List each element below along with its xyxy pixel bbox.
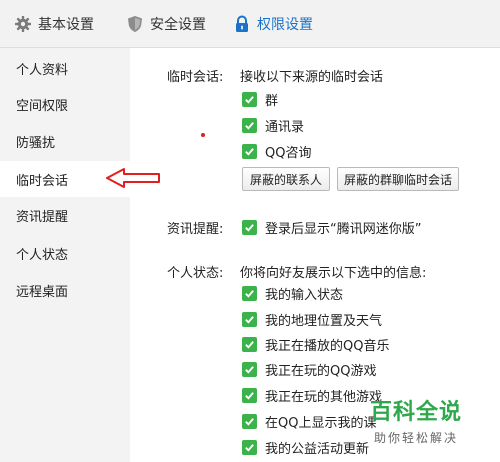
annotation-dot — [201, 133, 205, 137]
sidebar-item-label: 空间权限 — [16, 98, 69, 114]
checkbox-checked-icon[interactable] — [242, 361, 257, 377]
watermark-title: 百科全说 — [369, 400, 462, 425]
option-label: QQ咨询 — [265, 145, 312, 161]
sidebar-item-news-reminder[interactable]: 资讯提醒 — [0, 197, 130, 233]
sidebar-item-remote-desktop[interactable]: 远程桌面 — [0, 272, 130, 308]
sidebar-item-space-permission[interactable]: 空间权限 — [0, 86, 130, 122]
temp-chat-option-group[interactable]: 群 — [242, 90, 279, 109]
sidebar-item-label: 防骚扰 — [16, 135, 56, 151]
temp-chat-option-contacts[interactable]: 通讯录 — [242, 116, 305, 135]
checkbox-checked-icon[interactable] — [242, 143, 257, 159]
news-option-tencent-mini[interactable]: 登录后显示“腾讯网迷你版” — [242, 218, 422, 237]
tab-label: 基本设置 — [38, 17, 94, 33]
option-label: 群 — [265, 93, 279, 109]
tab-label: 权限设置 — [257, 17, 313, 33]
sidebar-item-label: 个人资料 — [16, 62, 69, 78]
tab-bar: 基本设置 安全设置 权限设置 — [0, 0, 500, 48]
sidebar-item-anti-harassment[interactable]: 防骚扰 — [0, 123, 130, 159]
checkbox-checked-icon[interactable] — [242, 439, 257, 455]
watermark-logo: 百科全说 助你轻松解决 — [346, 398, 486, 454]
option-label: 我正在播放的QQ音乐 — [265, 338, 390, 354]
option-label: 我正在玩的QQ游戏 — [265, 363, 377, 379]
checkbox-checked-icon[interactable] — [242, 311, 257, 327]
status-option-qq-music[interactable]: 我正在播放的QQ音乐 — [242, 335, 390, 354]
temp-chat-description: 接收以下来源的临时会话 — [240, 70, 384, 85]
sidebar: 个人资料 空间权限 防骚扰 临时会话 资讯提醒 个人状态 远程桌面 — [0, 48, 130, 462]
temp-chat-label: 临时会话: — [167, 70, 224, 85]
sidebar-item-label: 个人状态 — [16, 247, 69, 263]
blocked-contacts-button[interactable]: 屏蔽的联系人 — [242, 167, 330, 191]
temp-chat-option-qq-consult[interactable]: QQ咨询 — [242, 142, 312, 161]
sidebar-item-profile[interactable]: 个人资料 — [0, 50, 130, 86]
blocked-group-chat-button[interactable]: 屏蔽的群聊临时会话 — [337, 167, 459, 191]
checkbox-checked-icon[interactable] — [242, 219, 257, 235]
gear-icon — [14, 15, 32, 33]
checkbox-checked-icon[interactable] — [242, 387, 257, 403]
option-label: 我的地理位置及天气 — [265, 313, 383, 329]
annotation-arrow-icon — [106, 168, 160, 188]
status-option-typing[interactable]: 我的输入状态 — [242, 284, 344, 303]
watermark-subtitle: 助你轻松解决 — [373, 431, 458, 445]
tab-label: 安全设置 — [150, 17, 206, 33]
checkbox-checked-icon[interactable] — [242, 117, 257, 133]
lock-icon — [233, 15, 251, 33]
tab-permission-settings[interactable]: 权限设置 — [233, 0, 313, 48]
checkbox-checked-icon[interactable] — [242, 336, 257, 352]
tab-security-settings[interactable]: 安全设置 — [126, 0, 206, 48]
option-label: 登录后显示“腾讯网迷你版” — [265, 221, 422, 237]
sidebar-item-label: 资讯提醒 — [16, 209, 69, 225]
checkbox-checked-icon[interactable] — [242, 91, 257, 107]
sidebar-item-label: 远程桌面 — [16, 284, 69, 300]
sidebar-item-label: 临时会话 — [16, 173, 69, 189]
checkbox-checked-icon[interactable] — [242, 413, 257, 429]
sidebar-item-personal-status[interactable]: 个人状态 — [0, 235, 130, 271]
option-label: 通讯录 — [265, 119, 305, 135]
tab-basic-settings[interactable]: 基本设置 — [14, 0, 94, 48]
status-label: 个人状态: — [167, 266, 224, 281]
status-description: 你将向好友展示以下选中的信息: — [240, 266, 427, 281]
checkbox-checked-icon[interactable] — [242, 285, 257, 301]
shield-icon — [126, 15, 144, 33]
status-option-qq-game[interactable]: 我正在玩的QQ游戏 — [242, 360, 377, 379]
news-label: 资讯提醒: — [167, 222, 224, 237]
status-option-location-weather[interactable]: 我的地理位置及天气 — [242, 310, 383, 329]
option-label: 我的输入状态 — [265, 287, 344, 303]
